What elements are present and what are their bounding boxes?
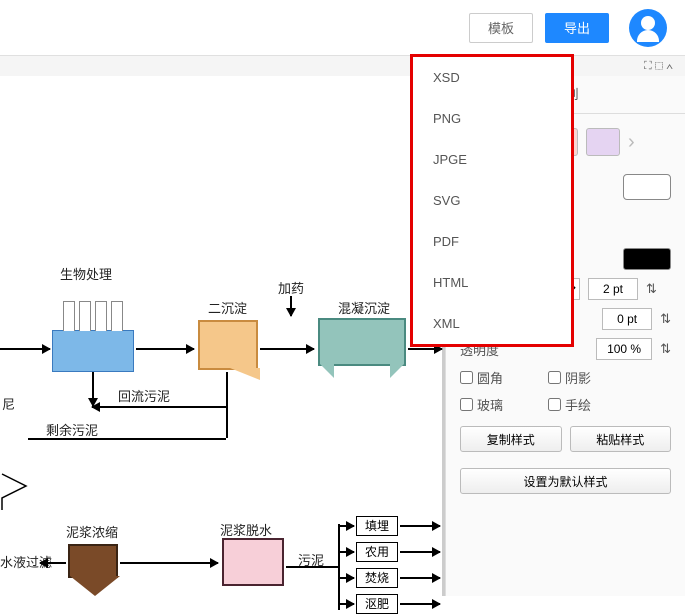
line-excess-v <box>226 406 228 438</box>
line-sed-down <box>226 372 228 406</box>
left1-label: 尼 <box>2 394 15 413</box>
a-b1 <box>338 525 354 527</box>
export-xml[interactable]: XML <box>413 303 571 344</box>
stroke-width[interactable] <box>588 278 638 300</box>
paste-style[interactable]: 粘贴样式 <box>570 426 672 452</box>
arrow-in <box>0 348 50 350</box>
spinner-icon[interactable]: ⇅ <box>660 311 671 327</box>
export-html[interactable]: HTML <box>413 262 571 303</box>
fill-preview[interactable] <box>623 174 671 200</box>
mix-shape[interactable] <box>318 318 406 366</box>
o-b4 <box>400 603 440 605</box>
template-button[interactable]: 模板 <box>469 13 533 43</box>
line-excess <box>28 438 226 440</box>
arrow-bio-sed <box>136 348 194 350</box>
user-avatar[interactable] <box>629 9 667 47</box>
box-burn[interactable]: 焚烧 <box>356 568 398 588</box>
mix-label: 混凝沉淀 <box>338 298 390 317</box>
stroke-preview[interactable] <box>623 248 671 270</box>
bio-shape[interactable] <box>52 330 134 372</box>
arrow-thick-dew <box>120 562 218 564</box>
export-menu: XSDPNGJPGESVGPDFHTMLXML <box>410 54 574 347</box>
dewater-label: 泥浆脱水 <box>220 520 272 539</box>
diagram-canvas[interactable]: 生物处理 二沉淀 加药 混凝沉淀 回流污泥 剩余污泥 尼 水液过滤 泥浆浓缩 泥… <box>0 76 445 596</box>
dewater-shape[interactable] <box>222 538 284 586</box>
box-compost[interactable]: 沤肥 <box>356 594 398 614</box>
export-xsd[interactable]: XSD <box>413 57 571 98</box>
cb-shadow[interactable] <box>548 371 561 384</box>
arrow-mix-out <box>408 348 442 350</box>
drug-label: 加药 <box>278 278 304 297</box>
view-controls[interactable]: ⛶ ⬚ ∧ <box>0 56 685 76</box>
arrow-return-up <box>92 372 94 406</box>
export-pdf[interactable]: PDF <box>413 221 571 262</box>
arrow-sed-mix <box>260 348 314 350</box>
copy-style[interactable]: 复制样式 <box>460 426 562 452</box>
return-label: 回流污泥 <box>118 386 170 405</box>
spinner-icon[interactable]: ⇅ <box>660 341 671 357</box>
arrow-return <box>92 406 226 408</box>
set-default-style[interactable]: 设置为默认样式 <box>460 468 671 494</box>
cb-round[interactable] <box>460 371 473 384</box>
sed-shape[interactable] <box>198 320 258 370</box>
thick-shape[interactable] <box>68 544 118 578</box>
line-dew-out <box>286 566 338 568</box>
flag-icon <box>0 472 30 512</box>
thick-label: 泥浆浓缩 <box>66 522 118 541</box>
o-b3 <box>400 577 440 579</box>
arrow-drug <box>290 296 292 316</box>
cb-hand[interactable] <box>548 398 561 411</box>
export-button[interactable]: 导出 <box>545 13 609 43</box>
box-farm[interactable]: 农用 <box>356 542 398 562</box>
sed-label: 二沉淀 <box>208 298 247 317</box>
color-swatch[interactable] <box>586 128 620 156</box>
more-colors[interactable]: › <box>628 131 635 154</box>
export-png[interactable]: PNG <box>413 98 571 139</box>
a-b2 <box>338 551 354 553</box>
box-landfill[interactable]: 填埋 <box>356 516 398 536</box>
arrow-filter <box>40 562 66 564</box>
spinner-icon[interactable]: ⇅ <box>646 281 657 297</box>
a-b3 <box>338 577 354 579</box>
line-split-v <box>338 524 340 610</box>
export-svg[interactable]: SVG <box>413 180 571 221</box>
excess-label: 剩余污泥 <box>46 420 98 439</box>
cb-glass[interactable] <box>460 398 473 411</box>
o-b2 <box>400 551 440 553</box>
bio-label: 生物处理 <box>60 264 112 283</box>
a-b4 <box>338 603 354 605</box>
corner-radius[interactable] <box>602 308 652 330</box>
opacity-input[interactable] <box>596 338 652 360</box>
export-jpge[interactable]: JPGE <box>413 139 571 180</box>
o-b1 <box>400 525 440 527</box>
